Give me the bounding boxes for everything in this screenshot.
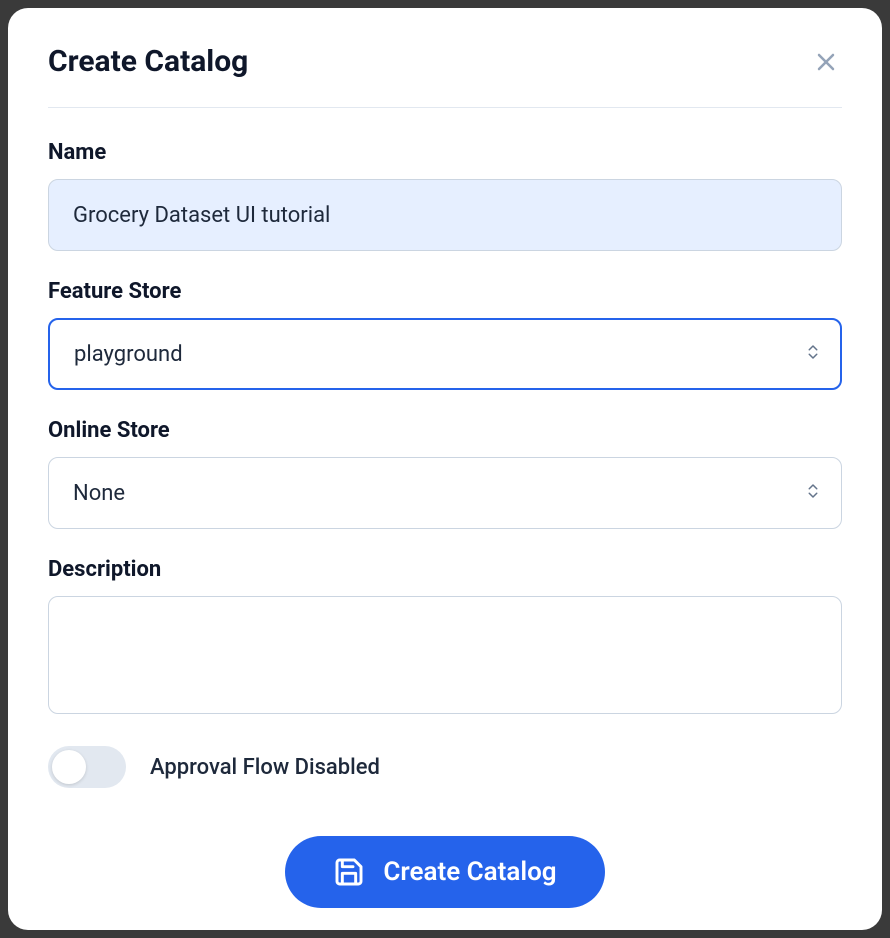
approval-toggle-row: Approval Flow Disabled: [48, 746, 842, 788]
save-icon: [333, 856, 365, 888]
description-label: Description: [48, 557, 842, 582]
approval-toggle-label: Approval Flow Disabled: [150, 755, 380, 780]
online-store-select[interactable]: None: [48, 457, 842, 529]
description-textarea[interactable]: [48, 596, 842, 714]
feature-store-field-group: Feature Store playground: [48, 279, 842, 390]
create-catalog-button-label: Create Catalog: [383, 857, 556, 887]
online-store-field-group: Online Store None: [48, 418, 842, 529]
description-field-group: Description: [48, 557, 842, 718]
toggle-knob: [52, 750, 86, 784]
online-store-select-wrapper: None: [48, 457, 842, 529]
close-button[interactable]: [810, 46, 842, 78]
create-catalog-button[interactable]: Create Catalog: [285, 836, 604, 908]
modal-header: Create Catalog: [48, 44, 842, 79]
close-icon: [814, 50, 838, 74]
feature-store-label: Feature Store: [48, 279, 842, 304]
approval-flow-toggle[interactable]: [48, 746, 126, 788]
feature-store-select[interactable]: playground: [48, 318, 842, 390]
modal-footer: Create Catalog: [48, 836, 842, 908]
create-catalog-modal: Create Catalog Name Feature Store playgr…: [8, 8, 882, 930]
name-field-group: Name: [48, 140, 842, 251]
modal-title: Create Catalog: [48, 44, 248, 79]
header-divider: [48, 107, 842, 108]
feature-store-select-wrapper: playground: [48, 318, 842, 390]
name-label: Name: [48, 140, 842, 165]
online-store-label: Online Store: [48, 418, 842, 443]
name-input[interactable]: [48, 179, 842, 251]
